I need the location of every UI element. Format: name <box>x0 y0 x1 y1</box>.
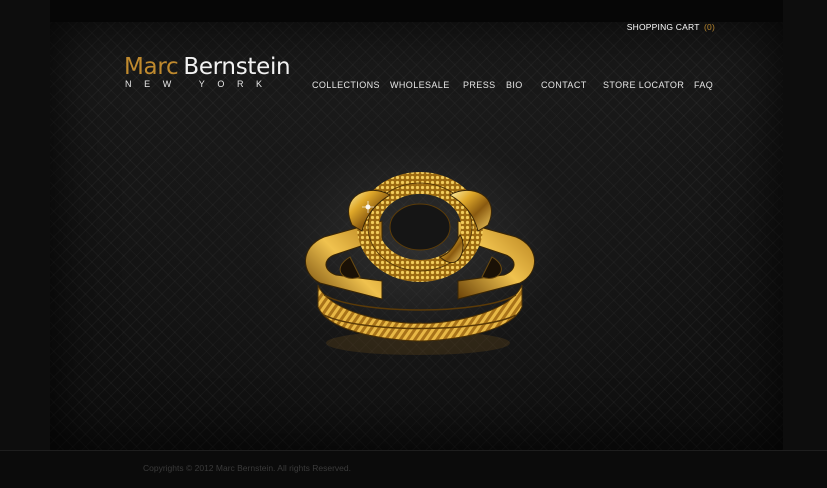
shopping-cart-link[interactable]: SHOPPING CART (0) <box>627 22 715 32</box>
footer-divider <box>0 450 827 451</box>
shopping-cart-count: (0) <box>704 22 715 32</box>
logo-name: Marc Bernstein <box>124 54 291 80</box>
main-nav: COLLECTIONS WHOLESALE PRESS BIO CONTACT … <box>0 80 827 94</box>
nav-item-wholesale[interactable]: WHOLESALE <box>390 80 450 90</box>
nav-item-store-locator[interactable]: STORE LOCATOR <box>603 80 684 90</box>
nav-item-bio[interactable]: BIO <box>506 80 523 90</box>
page-margin-right <box>783 0 827 450</box>
nav-item-faq[interactable]: FAQ <box>694 80 713 90</box>
footer-copyright: Copyrights © 2012 Marc Bernstein. All ri… <box>143 463 351 473</box>
nav-item-press[interactable]: PRESS <box>463 80 496 90</box>
nav-item-contact[interactable]: CONTACT <box>541 80 587 90</box>
nav-item-collections[interactable]: COLLECTIONS <box>312 80 380 90</box>
logo-first-name: Marc <box>124 54 179 80</box>
page-margin-left <box>0 0 50 450</box>
shopping-cart-label: SHOPPING CART <box>626 22 700 32</box>
top-bar <box>0 0 827 22</box>
bracelet-image <box>305 172 535 355</box>
logo-last-name: Bernstein <box>183 54 291 80</box>
